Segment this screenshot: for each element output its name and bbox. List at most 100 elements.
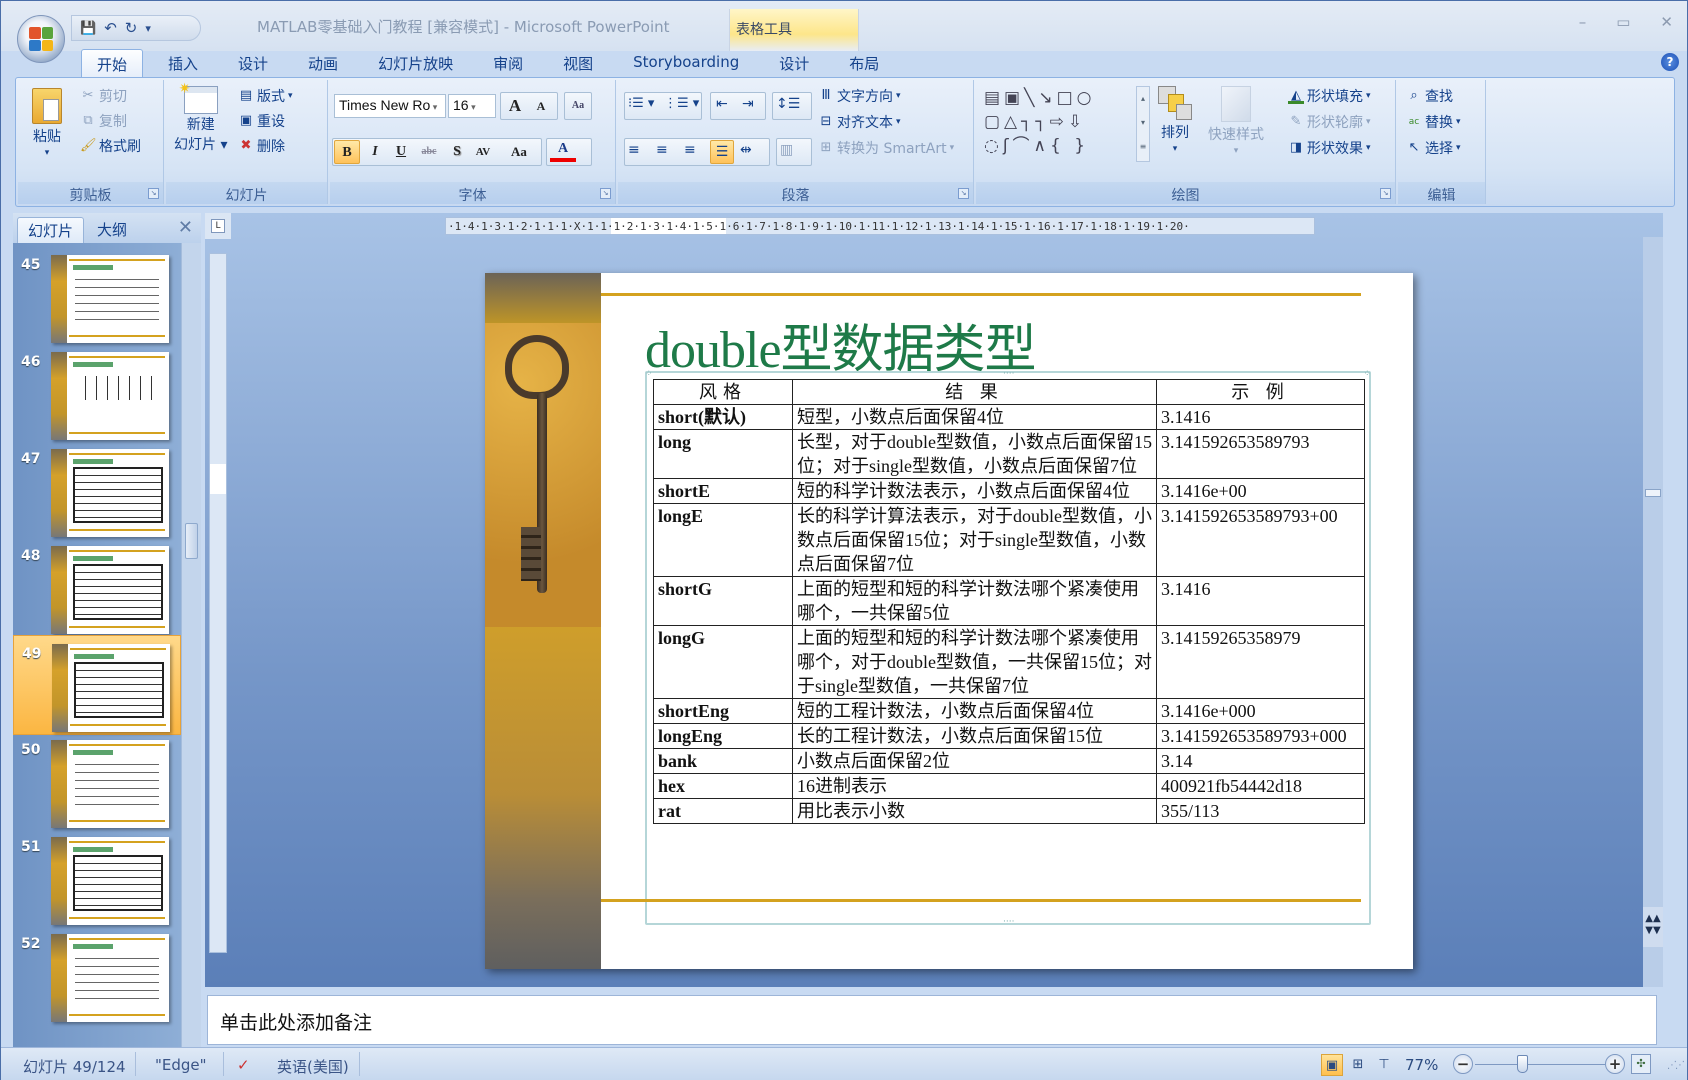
cell-format[interactable]: longG (653, 625, 793, 699)
header-format[interactable]: 风格 (653, 379, 793, 405)
vertical-ruler[interactable] (209, 253, 227, 953)
align-center-button[interactable]: ≡ (656, 142, 668, 158)
cell-format[interactable]: rat (653, 798, 793, 824)
increase-indent-button[interactable]: ⇥ (742, 96, 754, 112)
restore-button[interactable]: ▭ (1616, 13, 1630, 31)
align-left-button[interactable]: ≡ (628, 142, 640, 158)
font-dialog-launcher[interactable]: ↘ (600, 188, 611, 199)
tab-outline[interactable]: 大纲 (87, 217, 137, 243)
cell-example[interactable]: 3.14159265358979 (1156, 625, 1365, 699)
line-spacing-button[interactable]: ↕☰ (776, 96, 800, 112)
format-painter-button[interactable]: 🖌 格式刷 (80, 136, 141, 156)
customize-qat-icon[interactable]: ▾ (145, 22, 151, 35)
cell-format[interactable]: short(默认) (653, 404, 793, 430)
close-button[interactable]: ✕ (1660, 13, 1673, 31)
zoom-slider-thumb[interactable] (1517, 1055, 1529, 1073)
header-example[interactable]: 示 例 (1156, 379, 1365, 405)
next-slide-icon[interactable]: ▼▼ (1645, 925, 1660, 936)
font-color-button[interactable]: A (550, 138, 576, 162)
slide-thumbnail[interactable]: 48 (13, 538, 181, 638)
tab-home[interactable]: 开始 (81, 49, 144, 77)
cell-result[interactable]: 长的科学计算法表示，对于double型数值，小数点后面保留15位；对于singl… (792, 503, 1157, 577)
layout-button[interactable]: ▤ 版式 ▾ (238, 86, 293, 106)
tab-insert[interactable]: 插入 (153, 49, 213, 77)
header-result[interactable]: 结 果 (792, 379, 1157, 405)
shrink-font-button[interactable]: A (528, 94, 554, 118)
convert-smartart-button[interactable]: ⊞ 转换为 SmartArt ▾ (818, 138, 955, 158)
office-button[interactable] (17, 15, 65, 63)
cell-result[interactable]: 短的科学计数法表示，小数点后面保留4位 (792, 478, 1157, 504)
italic-button[interactable]: I (362, 140, 388, 164)
cell-example[interactable]: 3.141592653589793+00 (1156, 503, 1365, 577)
cut-button[interactable]: ✂ 剪切 (80, 86, 127, 106)
cell-example[interactable]: 355/113 (1156, 798, 1365, 824)
table-frame[interactable]: ⁘ ···· ⁘ ···· 风格 结 果 示 例 short(默认) 短型，小数点… (645, 370, 1371, 927)
cell-result[interactable]: 短型，小数点后面保留4位 (792, 404, 1157, 430)
shape-effects-button[interactable]: ◨ 形状效果 ▾ (1288, 138, 1371, 158)
grow-font-button[interactable]: A (502, 94, 528, 118)
quick-styles-button[interactable]: 快速样式 ▾ (1208, 86, 1264, 156)
reset-button[interactable]: ▣ 重设 (238, 111, 285, 131)
resize-handle[interactable]: ⁘ (1363, 370, 1371, 379)
cell-example[interactable]: 400921fb54442d18 (1156, 773, 1365, 799)
undo-icon[interactable]: ↶ (104, 19, 117, 37)
slides-pane-scrollbar[interactable] (181, 243, 201, 1047)
resize-handle[interactable]: ⁘ (645, 370, 653, 379)
slide-thumbnail[interactable]: 47 (13, 441, 181, 541)
slide-sorter-view-button[interactable]: ⊞ (1347, 1054, 1369, 1076)
slide-thumbnail[interactable]: 45 (13, 247, 181, 347)
paragraph-dialog-launcher[interactable]: ↘ (958, 188, 969, 199)
cell-example[interactable]: 3.1416e+000 (1156, 698, 1365, 724)
cell-result[interactable]: 上面的短型和短的科学计数法哪个紧凑使用哪个，一共保留5位 (792, 576, 1157, 626)
clipboard-dialog-launcher[interactable]: ↘ (148, 188, 159, 199)
spell-check-icon[interactable]: ✓ (237, 1056, 250, 1074)
font-name-combo[interactable]: Times New Ro ▾ (334, 94, 446, 118)
resize-handle[interactable]: ···· (1003, 918, 1014, 927)
slide-thumbnail[interactable]: 52 (13, 926, 181, 1026)
char-spacing-button[interactable]: AV (470, 140, 496, 164)
cell-example[interactable]: 3.1416e+00 (1156, 478, 1365, 504)
resize-handle[interactable]: ···· (1003, 370, 1014, 379)
strikethrough-button[interactable]: abc (416, 140, 442, 164)
cell-result[interactable]: 长的工程计数法，小数点后面保留15位 (792, 723, 1157, 749)
normal-view-button[interactable]: ▣ (1321, 1054, 1343, 1076)
cell-format[interactable]: shortG (653, 576, 793, 626)
cell-example[interactable]: 3.14 (1156, 748, 1365, 774)
cell-example[interactable]: 3.1416 (1156, 576, 1365, 626)
zoom-in-button[interactable]: + (1605, 1054, 1625, 1074)
cell-format[interactable]: shortE (653, 478, 793, 504)
notes-splitter[interactable] (205, 987, 1663, 995)
previous-slide-icon[interactable]: ▲▲ (1645, 913, 1660, 924)
select-button[interactable]: ↖ 选择 ▾ (1406, 138, 1461, 158)
tab-animations[interactable]: 动画 (293, 49, 353, 77)
arrange-button[interactable]: 排列 ▾ (1158, 86, 1192, 154)
tab-storyboarding[interactable]: Storyboarding (618, 49, 754, 77)
shapes-gallery-scroll[interactable]: ▴ ▾ ≡ (1136, 86, 1150, 162)
fit-to-window-button[interactable]: ✣ (1631, 1054, 1651, 1074)
underline-button[interactable]: U (388, 140, 414, 164)
slideshow-view-button[interactable]: ⊤ (1373, 1054, 1395, 1076)
cell-result[interactable]: 16进制表示 (792, 773, 1157, 799)
copy-button[interactable]: ⧉ 复制 (80, 111, 127, 131)
font-size-combo[interactable]: 16 ▾ (448, 94, 496, 118)
shape-outline-button[interactable]: ✎ 形状轮廓 ▾ (1288, 112, 1371, 132)
numbering-button[interactable]: ⋮☰ ▾ (664, 96, 699, 111)
tab-table-layout[interactable]: 布局 (834, 49, 894, 77)
align-text-button[interactable]: ⊟ 对齐文本 ▾ (818, 112, 901, 132)
slide-canvas[interactable]: double型数据类型 ⁘ ···· ⁘ ···· 风格 结 果 示 例 sho… (485, 273, 1413, 969)
change-case-button[interactable]: Aa (506, 140, 532, 164)
cell-format[interactable]: longE (653, 503, 793, 577)
tab-slides[interactable]: 幻灯片 (17, 217, 85, 243)
justify-button[interactable]: ☰ (710, 140, 734, 164)
new-slide-button[interactable]: ✷ 新建 幻灯片 ▾ (174, 81, 227, 154)
tab-stop-selector[interactable]: L (211, 219, 225, 233)
cell-example[interactable]: 3.1416 (1156, 404, 1365, 430)
cell-result[interactable]: 短的工程计数法，小数点后面保留4位 (792, 698, 1157, 724)
theme-name[interactable]: "Edge" (155, 1056, 207, 1074)
horizontal-ruler[interactable]: ·1·4·1·3·1·2·1·1·1·X·1·1·1·2·1·3·1·4·1·5… (445, 217, 1315, 235)
drawing-dialog-launcher[interactable]: ↘ (1380, 188, 1391, 199)
delete-slide-button[interactable]: ✖ 删除 (238, 136, 285, 156)
cell-format[interactable]: long (653, 429, 793, 479)
cell-result[interactable]: 小数点后面保留2位 (792, 748, 1157, 774)
redo-icon[interactable]: ↻ (125, 19, 138, 37)
